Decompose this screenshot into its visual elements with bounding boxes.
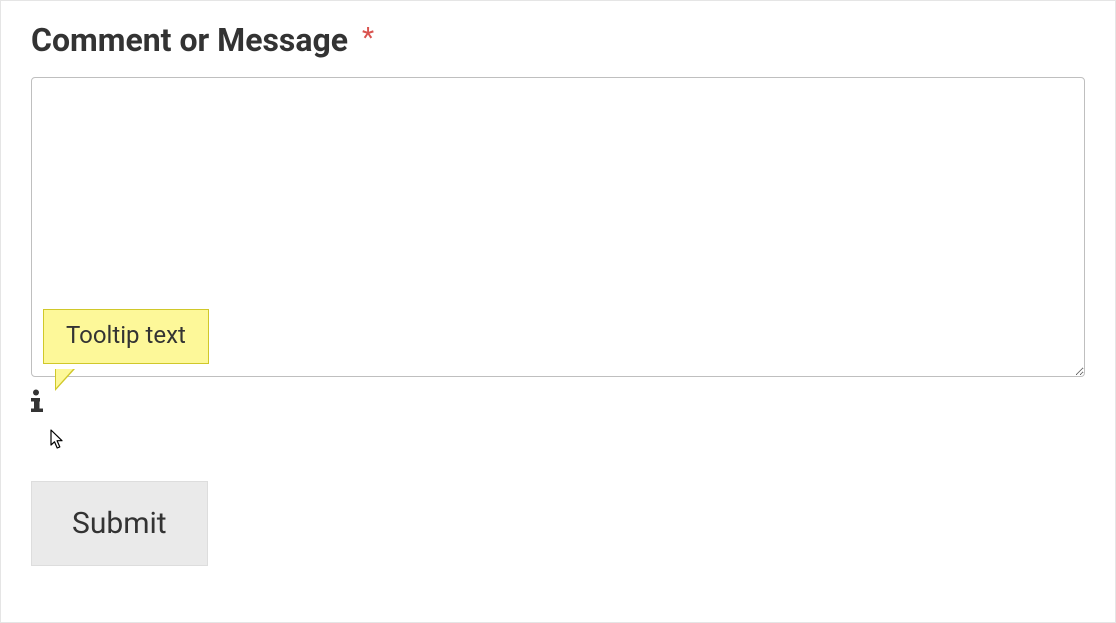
tooltip-bubble: Tooltip text xyxy=(43,309,209,364)
tooltip-text: Tooltip text xyxy=(66,321,186,349)
arrow-cursor-icon xyxy=(50,429,66,455)
comment-field-label: Comment or Message * xyxy=(31,21,1085,59)
info-icon[interactable] xyxy=(31,389,45,413)
info-row xyxy=(31,389,1085,419)
comment-label-text: Comment or Message xyxy=(31,21,348,59)
form-container: Comment or Message * Tooltip text Submit xyxy=(0,0,1116,623)
submit-button[interactable]: Submit xyxy=(31,481,208,566)
required-asterisk: * xyxy=(362,21,374,54)
